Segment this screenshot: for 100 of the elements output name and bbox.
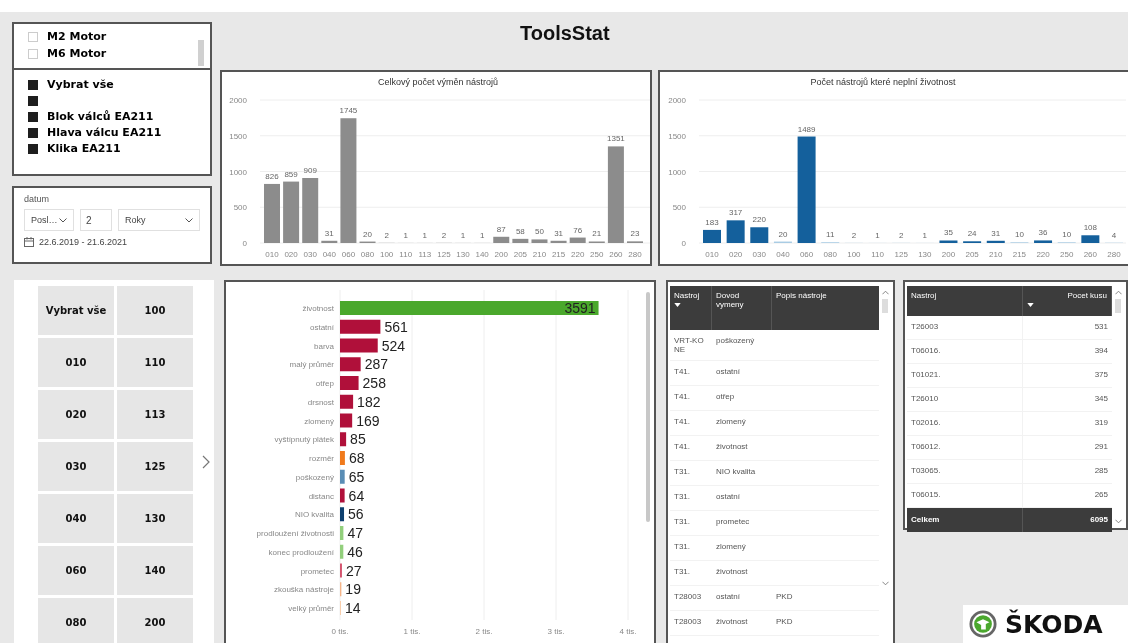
data-label: 14	[345, 600, 361, 616]
data-label: 1351	[607, 134, 625, 144]
axis-tick-label: 4 tis.	[619, 627, 637, 636]
data-label: 64	[348, 487, 365, 504]
operation-tile[interactable]: 140	[117, 546, 193, 595]
scroll-down-icon[interactable]	[1114, 519, 1122, 524]
operation-tile[interactable]: 110	[117, 338, 193, 387]
operation-tile[interactable]: 020	[38, 390, 114, 439]
data-label: 24	[967, 229, 977, 239]
axis-tick-label: distanc	[308, 491, 334, 501]
data-label: 524	[381, 337, 406, 354]
data-label: 11	[826, 230, 835, 240]
scroll-up-icon[interactable]	[881, 290, 889, 295]
data-label: 1	[460, 230, 466, 240]
axis-tick-label: 250	[590, 250, 604, 259]
table-cell: T06016.	[911, 346, 941, 355]
column-header[interactable]: Nastroj	[670, 286, 712, 330]
slicer-item[interactable]: Vybrat vše	[47, 78, 114, 91]
slicer-item[interactable]: M6 Motor	[47, 47, 107, 60]
checkbox[interactable]	[28, 111, 38, 122]
operation-tile[interactable]: 113	[117, 390, 193, 439]
axis-tick-label: 280	[628, 250, 642, 259]
axis-tick-label: 0 tis.	[331, 627, 349, 636]
operation-tile[interactable]: 130	[117, 494, 193, 543]
scrollbar-thumb[interactable]	[1115, 299, 1121, 313]
operation-tile[interactable]: Vybrat vše	[38, 286, 114, 335]
operation-tile[interactable]: 030	[38, 442, 114, 491]
data-label: 56	[348, 506, 364, 523]
checkbox[interactable]	[28, 79, 38, 90]
bar[interactable]	[939, 240, 958, 243]
axis-tick-label: 210	[989, 250, 1003, 259]
data-label: 3591	[564, 300, 596, 316]
bar[interactable]	[340, 319, 381, 334]
bar[interactable]	[986, 240, 1005, 243]
axis-tick-label: 1 tis.	[403, 627, 421, 636]
slicer-item[interactable]: Klika EA211	[47, 142, 121, 155]
data-label: 87	[496, 224, 506, 234]
data-label: 31	[554, 228, 564, 238]
axis-tick-label: 250	[1060, 250, 1074, 259]
bar[interactable]	[1034, 240, 1053, 243]
slicer-item[interactable]: Hlava válcu EA211	[47, 126, 162, 139]
axis-tick-label: 260	[609, 250, 623, 259]
data-label: 2	[851, 230, 857, 240]
table-cell: 531	[1094, 322, 1108, 331]
operation-tile[interactable]: 010	[38, 338, 114, 387]
scrollbar[interactable]	[198, 40, 204, 66]
operation-tile[interactable]: 100	[117, 286, 193, 335]
unit-dropdown[interactable]: Roky	[118, 209, 200, 231]
checkbox[interactable]	[28, 127, 38, 138]
table-cell: ostatní	[716, 492, 740, 501]
slicer-item[interactable]: M2 Motor	[47, 30, 107, 43]
table-cell: T41.	[674, 442, 690, 451]
column-header[interactable]: Nastroj	[907, 286, 1023, 316]
operation-tile[interactable]: 080	[38, 598, 114, 643]
scrollbar[interactable]	[646, 292, 650, 522]
axis-tick-label: vyštípnutý plátek	[274, 435, 334, 445]
operation-tile[interactable]: 060	[38, 546, 114, 595]
axis-tick-label: 040	[776, 250, 790, 259]
column-header[interactable]: Popis nástroje	[772, 286, 879, 330]
axis-tick-label: 113	[418, 250, 432, 259]
axis-tick-label: drsnost	[307, 397, 334, 407]
operation-tile[interactable]: 040	[38, 494, 114, 543]
data-label: 1489	[797, 124, 816, 134]
bar[interactable]	[340, 413, 353, 428]
bar[interactable]	[340, 394, 354, 409]
winged-arrow-emblem-icon	[969, 610, 997, 638]
table-cell: zlomený	[716, 417, 746, 426]
data-label: 220	[752, 215, 766, 225]
period-dropdown[interactable]: Posl…	[24, 209, 74, 231]
bar[interactable]	[703, 229, 721, 243]
column-header[interactable]: Pocet kusu	[1023, 286, 1112, 316]
scroll-down-icon[interactable]	[881, 581, 889, 586]
data-label: 85	[350, 431, 366, 448]
axis-tick-label: 1500	[668, 131, 686, 141]
data-label: 287	[364, 356, 388, 373]
chart-title: Celkový počet výměn nástrojů	[377, 77, 499, 87]
count-input-field[interactable]: 2	[80, 209, 112, 231]
chevron-right-icon[interactable]	[202, 455, 210, 469]
bar[interactable]	[340, 507, 345, 522]
bar[interactable]	[340, 357, 361, 372]
table-cell: T06012.	[911, 442, 941, 451]
scrollbar-thumb[interactable]	[882, 299, 888, 313]
operation-tile[interactable]: 125	[117, 442, 193, 491]
axis-tick-label: malý průměr	[289, 360, 334, 370]
checkbox[interactable]	[28, 143, 38, 154]
scroll-up-icon[interactable]	[1114, 290, 1122, 295]
table-cell: T41.	[674, 367, 690, 376]
table-cell: T26010	[911, 394, 939, 403]
slicer-item[interactable]: Blok válců EA211	[47, 110, 154, 123]
bar[interactable]	[340, 432, 347, 447]
table-cell: 394	[1094, 346, 1108, 355]
axis-tick-label: 030	[303, 250, 317, 259]
data-label: 65	[348, 468, 365, 485]
column-header[interactable]: Dovod vymeny	[712, 286, 772, 330]
axis-tick-label: 260	[1083, 250, 1098, 259]
table-cell: životnost	[716, 567, 748, 576]
checkbox[interactable]	[28, 95, 38, 106]
axis-tick-label: 500	[672, 203, 686, 213]
operation-tile[interactable]: 200	[117, 598, 193, 643]
table-cell: T28003	[674, 617, 702, 626]
